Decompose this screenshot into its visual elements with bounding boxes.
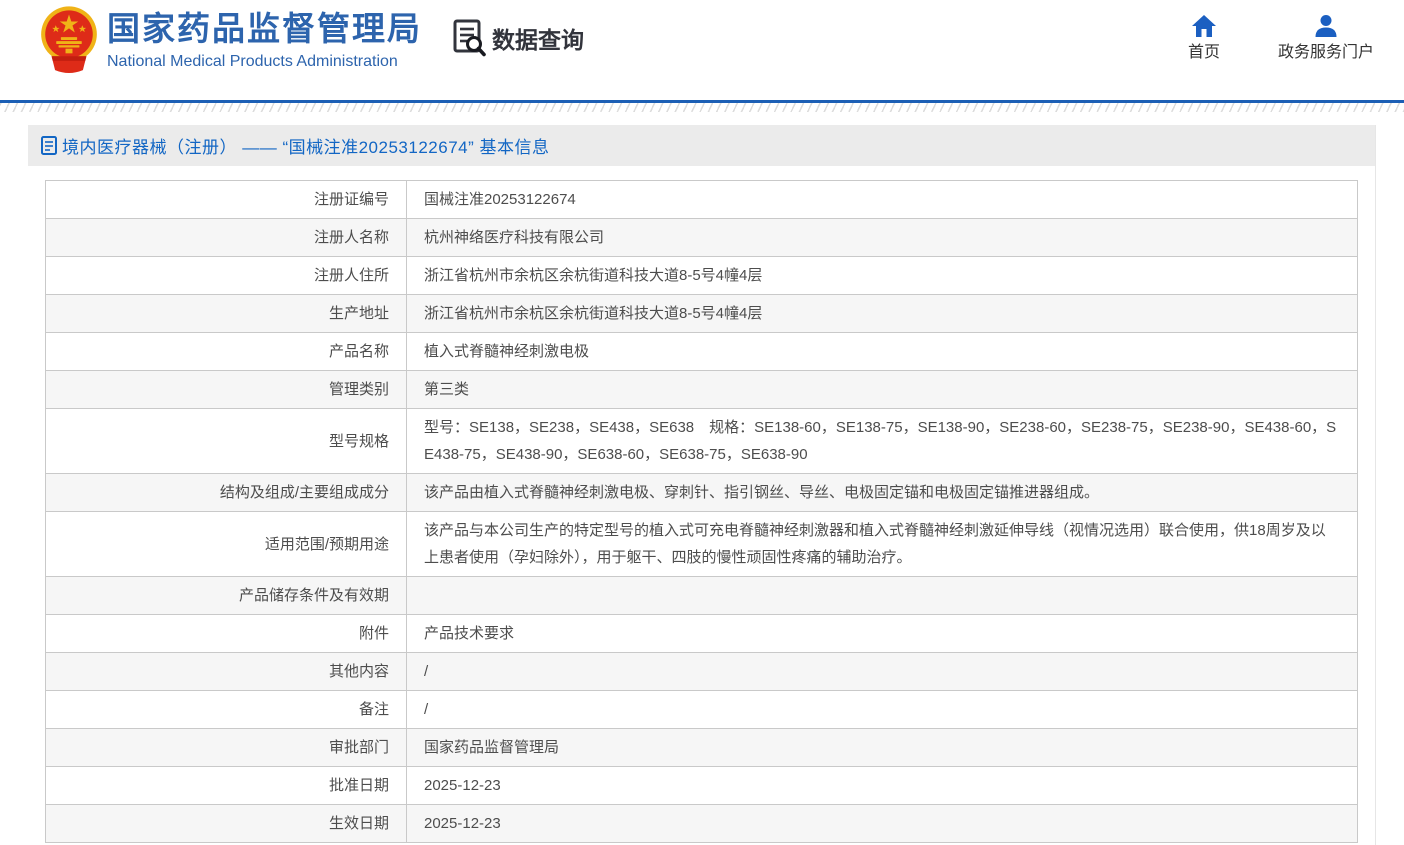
row-value: 浙江省杭州市余杭区余杭街道科技大道8-5号4幢4层 <box>407 295 1358 333</box>
row-value: 2025-12-23 <box>407 805 1358 843</box>
table-row: 注册证编号国械注准20253122674 <box>46 181 1358 219</box>
table-row: 适用范围/预期用途该产品与本公司生产的特定型号的植入式可充电脊髓神经刺激器和植入… <box>46 512 1358 577</box>
home-icon <box>1191 13 1217 39</box>
table-row: 管理类别第三类 <box>46 371 1358 409</box>
row-value: 第三类 <box>407 371 1358 409</box>
org-title-block: 国家药品监督管理局 National Medical Products Admi… <box>107 9 422 73</box>
site-header: 国家药品监督管理局 National Medical Products Admi… <box>0 0 1404 100</box>
table-row: 其他内容/ <box>46 653 1358 691</box>
row-label: 产品名称 <box>46 333 407 371</box>
registration-info-table-wrap: 注册证编号国械注准20253122674注册人名称杭州神络医疗科技有限公司注册人… <box>45 180 1358 843</box>
data-query-link[interactable]: 数据查询 <box>453 19 584 57</box>
nav-item-label: 首页 <box>1188 43 1220 63</box>
row-value <box>407 577 1358 615</box>
row-value: 2025-12-23 <box>407 767 1358 805</box>
table-row: 注册人名称杭州神络医疗科技有限公司 <box>46 219 1358 257</box>
row-label: 结构及组成/主要组成成分 <box>46 474 407 512</box>
row-value: 植入式脊髓神经刺激电极 <box>407 333 1358 371</box>
table-row: 产品储存条件及有效期 <box>46 577 1358 615</box>
row-value: 浙江省杭州市余杭区余杭街道科技大道8-5号4幢4层 <box>407 257 1358 295</box>
table-row: 批准日期2025-12-23 <box>46 767 1358 805</box>
row-label: 适用范围/预期用途 <box>46 512 407 577</box>
row-value: 国械注准20253122674 <box>407 181 1358 219</box>
page-title: 境内医疗器械（注册） —— “国械注准20253122674” 基本信息 <box>62 133 550 158</box>
document-icon <box>41 136 57 155</box>
table-row: 注册人住所浙江省杭州市余杭区余杭街道科技大道8-5号4幢4层 <box>46 257 1358 295</box>
header-divider <box>0 100 1404 112</box>
row-label: 注册人住所 <box>46 257 407 295</box>
user-icon <box>1313 13 1339 39</box>
document-search-icon <box>453 19 486 57</box>
row-label: 管理类别 <box>46 371 407 409</box>
nav-item-label: 政务服务门户 <box>1278 43 1374 63</box>
row-label: 注册人名称 <box>46 219 407 257</box>
org-name-en: National Medical Products Administration <box>107 51 422 73</box>
content-container: 境内医疗器械（注册） —— “国械注准20253122674” 基本信息 注册证… <box>28 125 1376 845</box>
row-label: 附件 <box>46 615 407 653</box>
row-label: 批准日期 <box>46 767 407 805</box>
nav-item-home[interactable]: 首页 <box>1188 13 1220 63</box>
table-row: 备注/ <box>46 691 1358 729</box>
row-value: 国家药品监督管理局 <box>407 729 1358 767</box>
table-row: 结构及组成/主要组成成分该产品由植入式脊髓神经刺激电极、穿刺针、指引钢丝、导丝、… <box>46 474 1358 512</box>
table-row: 产品名称植入式脊髓神经刺激电极 <box>46 333 1358 371</box>
org-name-cn: 国家药品监督管理局 <box>107 9 422 49</box>
row-label: 生产地址 <box>46 295 407 333</box>
row-label: 生效日期 <box>46 805 407 843</box>
row-label: 备注 <box>46 691 407 729</box>
row-value: 该产品与本公司生产的特定型号的植入式可充电脊髓神经刺激器和植入式脊髓神经刺激延伸… <box>407 512 1358 577</box>
row-label: 产品储存条件及有效期 <box>46 577 407 615</box>
registration-info-table: 注册证编号国械注准20253122674注册人名称杭州神络医疗科技有限公司注册人… <box>45 180 1358 843</box>
table-row: 生产地址浙江省杭州市余杭区余杭街道科技大道8-5号4幢4层 <box>46 295 1358 333</box>
info-table-body: 注册证编号国械注准20253122674注册人名称杭州神络医疗科技有限公司注册人… <box>46 181 1358 843</box>
row-value: 杭州神络医疗科技有限公司 <box>407 219 1358 257</box>
row-value: 产品技术要求 <box>407 615 1358 653</box>
row-label: 型号规格 <box>46 409 407 474</box>
row-label: 其他内容 <box>46 653 407 691</box>
row-label: 注册证编号 <box>46 181 407 219</box>
page-title-bar: 境内医疗器械（注册） —— “国械注准20253122674” 基本信息 <box>28 125 1375 166</box>
table-row: 生效日期2025-12-23 <box>46 805 1358 843</box>
row-value: / <box>407 691 1358 729</box>
table-row: 附件产品技术要求 <box>46 615 1358 653</box>
header-nav: 首页 政务服务门户 <box>1130 13 1374 63</box>
table-row: 型号规格型号：SE138，SE238，SE438，SE638 规格：SE138-… <box>46 409 1358 474</box>
row-label: 审批部门 <box>46 729 407 767</box>
row-value: 型号：SE138，SE238，SE438，SE638 规格：SE138-60，S… <box>407 409 1358 474</box>
row-value: 该产品由植入式脊髓神经刺激电极、穿刺针、指引钢丝、导丝、电极固定锚和电极固定锚推… <box>407 474 1358 512</box>
national-emblem-logo[interactable] <box>40 5 98 75</box>
row-value: / <box>407 653 1358 691</box>
table-row: 审批部门国家药品监督管理局 <box>46 729 1358 767</box>
nav-item-portal[interactable]: 政务服务门户 <box>1278 13 1374 63</box>
data-query-label: 数据查询 <box>492 21 584 55</box>
